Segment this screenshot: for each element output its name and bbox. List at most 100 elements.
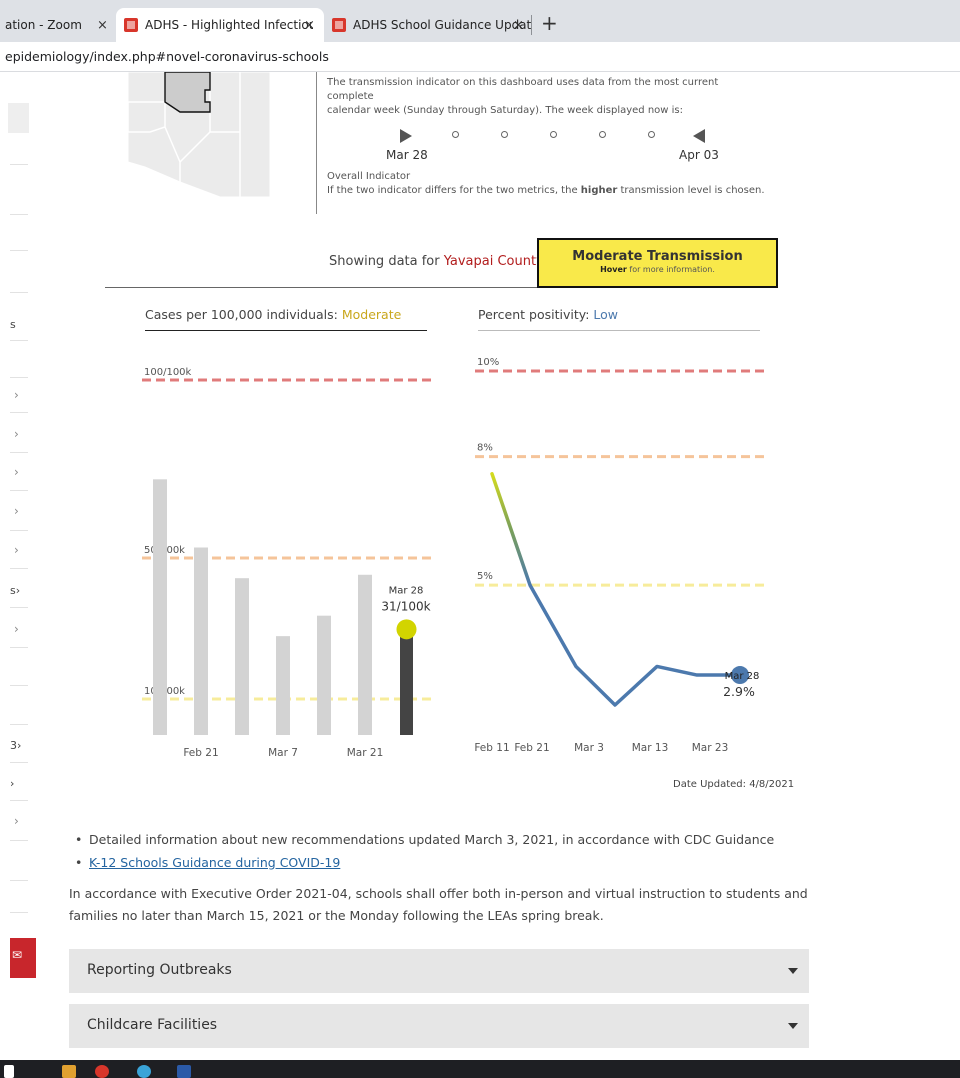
x-tick-label: Feb 21 xyxy=(183,747,218,759)
x-tick-label: Mar 21 xyxy=(347,747,384,759)
overall-indicator-title: Overall Indicator xyxy=(327,171,411,182)
tab-close-icon[interactable]: × xyxy=(513,18,524,33)
url-text[interactable]: epidemiology/index.php#novel-coronavirus… xyxy=(5,49,329,64)
bar xyxy=(317,615,331,735)
bar-current xyxy=(400,629,413,735)
intro-text: The transmission indicator on this dashb… xyxy=(327,76,767,118)
tab-school-guidance[interactable]: ADHS School Guidance Update × xyxy=(332,8,532,42)
threshold-label: 5% xyxy=(477,571,493,582)
showing-data-label: Showing data for Yavapai County xyxy=(329,254,544,269)
tab-title: ation - Zoom xyxy=(5,18,82,32)
bar xyxy=(358,574,372,735)
executive-order-paragraph: In accordance with Executive Order 2021-… xyxy=(69,886,808,923)
date-updated: Date Updated: 4/8/2021 xyxy=(673,779,795,790)
threshold-label: 100/100k xyxy=(144,367,192,378)
start-icon[interactable] xyxy=(4,1065,14,1078)
k12-guidance-link[interactable]: K-12 Schools Guidance during COVID-19 xyxy=(89,855,340,870)
tab-adhs-infectious[interactable]: ADHS - Highlighted Infectious Di × xyxy=(116,8,324,42)
transmission-level-title: Moderate Transmission xyxy=(572,249,743,264)
tab-title: ADHS School Guidance Update xyxy=(353,18,532,32)
week-dot[interactable] xyxy=(550,131,557,138)
positivity-chart-title: Percent positivity: Low xyxy=(478,307,619,322)
tab-separator xyxy=(531,15,532,35)
sidebar-divider xyxy=(10,292,28,293)
sidebar-divider xyxy=(10,912,28,913)
sidebar-divider xyxy=(10,840,28,841)
week-dot[interactable] xyxy=(452,131,459,138)
sidebar-box[interactable] xyxy=(8,103,29,133)
series-line-segment xyxy=(490,472,532,587)
sidebar-divider xyxy=(10,164,28,165)
accordion-label: Childcare Facilities xyxy=(87,1017,218,1033)
highlight-value-label: 31/100k xyxy=(381,599,430,613)
accordion-label: Reporting Outbreaks xyxy=(87,962,232,978)
sidebar-divider xyxy=(10,880,28,881)
bar xyxy=(235,578,249,735)
highlight-value-label: 2.9% xyxy=(723,684,755,699)
intro-line: The transmission indicator on this dashb… xyxy=(327,77,719,102)
sidebar-divider xyxy=(10,214,28,215)
accordion-reporting-outbreaks[interactable]: Reporting Outbreaks xyxy=(69,949,809,993)
threshold-label: 8% xyxy=(477,443,493,454)
play-icon[interactable] xyxy=(400,129,412,143)
series-line xyxy=(528,584,740,707)
cases-title-underline xyxy=(145,330,427,331)
week-end-label: Apr 03 xyxy=(679,148,719,162)
adhs-favicon-icon xyxy=(332,18,346,32)
week-start-label: Mar 28 xyxy=(386,148,428,162)
week-dot[interactable] xyxy=(599,131,606,138)
positivity-line-chart[interactable]: 10% 8% 5% Mar 28 2.9% Feb 11 Feb 21 Mar 3 Mar 13… xyxy=(470,340,790,770)
browser-tab-bar: ation - Zoom × ADHS - Highlighted Infect… xyxy=(0,0,960,42)
tab-title: ADHS - Highlighted Infectious Di xyxy=(145,18,313,32)
edge-icon[interactable] xyxy=(137,1065,151,1078)
positivity-title-underline xyxy=(478,330,760,331)
outlook-icon[interactable] xyxy=(62,1065,76,1078)
cases-level: Moderate xyxy=(341,307,402,322)
week-dot[interactable] xyxy=(501,131,508,138)
chrome-icon[interactable] xyxy=(95,1065,109,1078)
highlight-date-label: Mar 28 xyxy=(389,585,424,596)
sidebar-item-label[interactable]: s xyxy=(10,318,16,331)
overall-indicator-text: If the two indicator differs for the two… xyxy=(327,185,765,196)
x-tick-label: Feb 11 xyxy=(474,742,509,754)
transmission-level-hint: Hover for more information. xyxy=(600,265,715,274)
bar xyxy=(194,547,208,735)
highlight-date-label: Mar 28 xyxy=(725,671,760,682)
section-divider xyxy=(316,72,317,214)
bar xyxy=(153,479,167,735)
new-tab-button[interactable]: + xyxy=(541,13,558,33)
x-tick-label: Mar 3 xyxy=(574,742,604,754)
address-bar[interactable]: epidemiology/index.php#novel-coronavirus… xyxy=(0,42,960,72)
adhs-favicon-icon xyxy=(124,18,138,32)
list-item: K-12 Schools Guidance during COVID-19 xyxy=(75,855,340,870)
caret-down-icon xyxy=(788,968,798,974)
arizona-county-map[interactable] xyxy=(120,72,270,197)
sidebar-item-label[interactable]: › xyxy=(10,777,14,790)
header-divider xyxy=(105,287,537,288)
x-tick-label: Mar 7 xyxy=(268,747,298,759)
bar xyxy=(276,636,290,735)
caret-down-icon xyxy=(788,1023,798,1029)
email-button[interactable]: ✉ xyxy=(10,938,36,978)
sidebar-divider xyxy=(10,250,28,251)
mail-icon: ✉ xyxy=(12,948,23,962)
x-tick-label: Mar 23 xyxy=(692,742,729,754)
list-item: Detailed information about new recommend… xyxy=(75,832,774,847)
transmission-level-badge[interactable]: Moderate Transmission Hover for more inf… xyxy=(537,238,778,288)
x-tick-label: Mar 13 xyxy=(632,742,669,754)
chevron-right-icon[interactable]: › xyxy=(14,814,19,828)
tab-zoom[interactable]: ation - Zoom × xyxy=(0,8,115,42)
word-icon[interactable] xyxy=(177,1065,191,1078)
x-tick-label: Feb 21 xyxy=(514,742,549,754)
cases-chart-title: Cases per 100,000 individuals: Moderate xyxy=(145,307,402,322)
tab-close-icon[interactable]: × xyxy=(97,18,108,33)
windows-taskbar xyxy=(0,1060,960,1078)
week-dot[interactable] xyxy=(648,131,655,138)
intro-line: calendar week (Sunday through Saturday).… xyxy=(327,105,683,116)
cases-bar-chart[interactable]: 100/100k50/100k10/100kMar 2831/100kFeb 2… xyxy=(0,340,450,770)
accordion-childcare-facilities[interactable]: Childcare Facilities xyxy=(69,1004,809,1048)
tab-close-icon[interactable]: × xyxy=(304,18,315,33)
highlight-point xyxy=(396,619,417,640)
yavapai-county-shape[interactable] xyxy=(164,72,211,113)
rewind-icon[interactable] xyxy=(693,129,705,143)
